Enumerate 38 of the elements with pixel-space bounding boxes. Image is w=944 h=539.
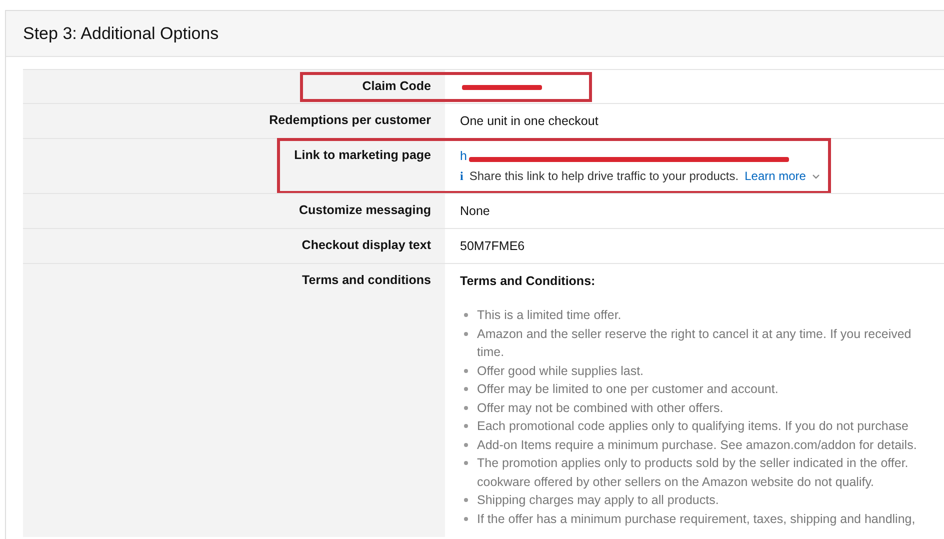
terms-line: Shipping charges may apply to all products.	[477, 492, 720, 509]
hint-text: Share this link to help drive traffic to your products.	[469, 169, 739, 184]
section-title: Step 3: Additional Options	[23, 24, 219, 44]
terms-line: Offer may be limited to one per customer and account.	[477, 381, 780, 398]
row-value: One unit in one checkout	[460, 114, 598, 129]
terms-line: Offer may not be combined with other offers.	[477, 400, 724, 417]
terms-line: time.	[477, 344, 506, 361]
bullet-icon	[464, 442, 468, 446]
terms-line: This is a limited time offer.	[477, 307, 622, 324]
row-label: Claim Code	[362, 78, 431, 94]
terms-heading: Terms and Conditions:	[460, 274, 596, 289]
bullet-icon	[464, 498, 468, 502]
bullet-icon	[464, 313, 468, 317]
bullet-icon	[464, 424, 468, 428]
info-icon: i	[460, 169, 464, 184]
learn-more-link[interactable]: Learn more	[744, 169, 806, 184]
terms-line: Each promotional code applies only to qualifying items. If you do not purchase	[477, 418, 910, 435]
row-label: Checkout display text	[302, 237, 431, 253]
row-label: Terms and conditions	[302, 272, 431, 288]
bullet-icon	[464, 406, 468, 410]
row-label: Link to marketing page	[294, 147, 431, 163]
row-label: Redemptions per customer	[269, 112, 431, 128]
bullet-icon	[464, 461, 468, 465]
row-label: Customize messaging	[299, 202, 431, 218]
marketing-link[interactable]: h	[460, 149, 467, 164]
terms-line: The promotion applies only to products sold by the seller indicated in the offer.	[477, 455, 910, 472]
bullet-icon	[464, 368, 468, 372]
row-value: 50M7FME6	[460, 239, 525, 254]
terms-line: Add-on Items require a minimum purchase. See amazon.com/addon for details.	[477, 436, 918, 454]
terms-line: Offer good while supplies last.	[477, 362, 645, 380]
terms-line: If the offer has a minimum purchase requirement, taxes, shipping and handling,	[477, 510, 916, 528]
bullet-icon	[464, 516, 468, 520]
terms-line: cookware offered by other sellers on the Amazon website do not qualify.	[477, 474, 875, 491]
bullet-icon	[464, 332, 468, 336]
terms-line: Amazon and the seller reserve the right to cancel it at any time. If you received	[477, 326, 912, 343]
row-value: None	[460, 204, 490, 219]
chevron-down-icon	[812, 174, 820, 180]
bullet-icon	[464, 387, 468, 391]
